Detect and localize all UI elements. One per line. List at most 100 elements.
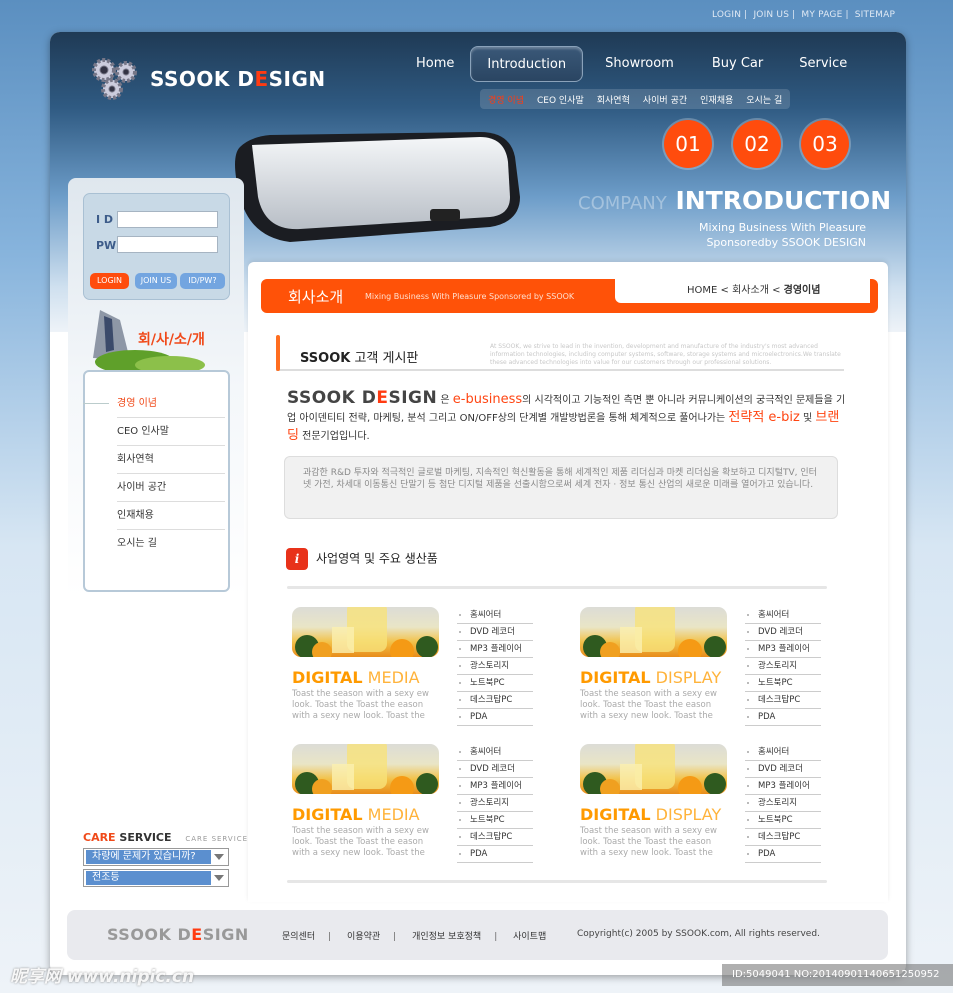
product-list-item[interactable]: 데스크탑PC bbox=[457, 829, 533, 846]
find-id-pw-button[interactable]: ID/PW? bbox=[180, 273, 225, 289]
product-list-item[interactable]: MP3 플레이어 bbox=[457, 778, 533, 795]
top-link-login[interactable]: LOGIN bbox=[712, 10, 741, 20]
product-card[interactable]: DIGITAL DISPLAY Toast the season with a … bbox=[580, 607, 821, 726]
product-list-item[interactable]: DVD 레코더 bbox=[745, 624, 821, 641]
board-description: At SSOOK, we strive to lead in the inven… bbox=[490, 343, 841, 366]
footer-logo-e: E bbox=[191, 925, 203, 944]
footer-link-contact[interactable]: 문의센터 bbox=[282, 932, 315, 942]
product-list: 홈씨어터 DVD 레코더 MP3 플레이어 광스토리지 노트북PC 데스크탑PC PDA bbox=[745, 744, 821, 863]
care-problem-select[interactable]: 차량에 문제가 있습니까? bbox=[83, 848, 229, 866]
side-item-history[interactable]: 회사연혁 bbox=[117, 446, 225, 474]
footer-logo-text: SIGN bbox=[202, 925, 249, 944]
product-list-item[interactable]: PDA bbox=[457, 709, 533, 726]
pw-input[interactable] bbox=[117, 236, 218, 253]
brand-text: SSOOK D bbox=[287, 388, 377, 408]
product-list-item[interactable]: 홈씨어터 bbox=[745, 607, 821, 624]
subnav-item[interactable]: 오시는 길 bbox=[746, 93, 782, 106]
product-list-item[interactable]: 데스크탑PC bbox=[745, 829, 821, 846]
product-card[interactable]: DIGITAL MEDIA Toast the season with a se… bbox=[292, 607, 533, 726]
top-link-sitemap[interactable]: SITEMAP bbox=[855, 10, 895, 20]
product-list-item[interactable]: 데스크탑PC bbox=[457, 692, 533, 709]
product-list-item[interactable]: 광스토리지 bbox=[457, 658, 533, 675]
id-input[interactable] bbox=[117, 211, 218, 228]
side-item-philosophy[interactable]: 경영 이념 bbox=[117, 390, 225, 418]
product-list-item[interactable]: 광스토리지 bbox=[745, 658, 821, 675]
subnav-item[interactable]: 사이버 공간 bbox=[643, 93, 687, 106]
breadcrumb-home[interactable]: HOME bbox=[687, 285, 717, 296]
product-list-item[interactable]: 광스토리지 bbox=[457, 795, 533, 812]
watermark-id: ID:5049041 NO:20140901140651250952 bbox=[722, 964, 953, 986]
product-card[interactable]: DIGITAL MEDIA Toast the season with a se… bbox=[292, 744, 533, 863]
intro-part: 은 bbox=[437, 395, 453, 406]
product-list-item[interactable]: MP3 플레이어 bbox=[745, 641, 821, 658]
product-list-item[interactable]: 홈씨어터 bbox=[745, 744, 821, 761]
product-list-item[interactable]: 노트북PC bbox=[457, 812, 533, 829]
nav-buy-car[interactable]: Buy Car bbox=[696, 46, 779, 82]
nav-home[interactable]: Home bbox=[400, 46, 470, 82]
footer: SSOOK DESIGN 문의센터 | 이용약관 | 개인정보 보호정책 | 사이트맵… bbox=[67, 910, 888, 960]
step-circle-03[interactable]: 03 bbox=[801, 120, 849, 168]
divider bbox=[287, 586, 827, 589]
product-list-item[interactable]: DVD 레코더 bbox=[457, 624, 533, 641]
product-list-item[interactable]: 데스크탑PC bbox=[745, 692, 821, 709]
side-title: 회/사/소/개 bbox=[138, 332, 205, 348]
product-list-item[interactable]: 광스토리지 bbox=[745, 795, 821, 812]
product-list-item[interactable]: 노트북PC bbox=[457, 675, 533, 692]
breadcrumb-item[interactable]: 회사소개 bbox=[732, 285, 769, 296]
product-title-bold: DIGITAL bbox=[292, 805, 363, 824]
product-list-item[interactable]: PDA bbox=[745, 846, 821, 863]
product-card[interactable]: DIGITAL DISPLAY Toast the season with a … bbox=[580, 744, 821, 863]
section-header-bar: 회사소개 Mixing Business With Pleasure Spons… bbox=[261, 279, 878, 313]
product-list-item[interactable]: DVD 레코더 bbox=[457, 761, 533, 778]
side-item-cyber[interactable]: 사이버 공간 bbox=[117, 474, 225, 502]
intro-brand: SSOOK DESIGN bbox=[287, 388, 437, 408]
nav-showroom[interactable]: Showroom bbox=[589, 46, 690, 82]
footer-link-sitemap[interactable]: 사이트맵 bbox=[513, 932, 546, 942]
divider bbox=[287, 880, 827, 883]
product-list-item[interactable]: PDA bbox=[457, 846, 533, 863]
select-value: 전조등 bbox=[86, 871, 211, 885]
business-title-text: 사업영역 및 주요 생산품 bbox=[316, 551, 438, 566]
side-menu: 경영 이념 CEO 인사말 회사연혁 사이버 공간 인재채용 오시는 길 bbox=[83, 370, 230, 592]
product-list-item[interactable]: PDA bbox=[745, 709, 821, 726]
side-item-recruit[interactable]: 인재채용 bbox=[117, 502, 225, 530]
nav-service[interactable]: Service bbox=[783, 46, 863, 82]
login-button[interactable]: LOGIN bbox=[90, 273, 129, 289]
side-item-location[interactable]: 오시는 길 bbox=[117, 530, 225, 558]
board-title-bold: SSOOK bbox=[300, 351, 351, 366]
footer-logo: SSOOK DESIGN bbox=[107, 925, 249, 944]
product-list-item[interactable]: MP3 플레이어 bbox=[457, 641, 533, 658]
footer-link-privacy[interactable]: 개인정보 보호정책 bbox=[412, 932, 481, 942]
top-link-mypage[interactable]: MY PAGE bbox=[801, 10, 842, 20]
product-list-item[interactable]: 홈씨어터 bbox=[457, 744, 533, 761]
product-description: Toast the season with a sexy ew look. To… bbox=[292, 826, 429, 858]
footer-logo-text: SSOOK D bbox=[107, 925, 192, 944]
product-list-item[interactable]: 홈씨어터 bbox=[457, 607, 533, 624]
product-list-item[interactable]: MP3 플레이어 bbox=[745, 778, 821, 795]
subnav-item[interactable]: 인재채용 bbox=[700, 93, 733, 106]
product-title: DIGITAL MEDIA bbox=[292, 805, 442, 824]
step-circle-01[interactable]: 01 bbox=[664, 120, 712, 168]
product-image bbox=[292, 744, 439, 794]
nav-introduction[interactable]: Introduction bbox=[470, 46, 584, 82]
product-list-item[interactable]: 노트북PC bbox=[745, 812, 821, 829]
subnav-item[interactable]: CEO 인사말 bbox=[537, 93, 584, 106]
main-panel: SSOOK DESIGN Home Introduction Showroom … bbox=[50, 32, 906, 975]
subnav-item[interactable]: 경영 이념 bbox=[488, 93, 524, 106]
brand-logo[interactable]: SSOOK DESIGN bbox=[150, 67, 326, 91]
subnav-item[interactable]: 회사연혁 bbox=[597, 93, 630, 106]
product-title-bold: DIGITAL bbox=[580, 805, 651, 824]
gears-logo-icon bbox=[92, 58, 137, 100]
side-item-ceo[interactable]: CEO 인사말 bbox=[117, 418, 225, 446]
product-list-item[interactable]: DVD 레코더 bbox=[745, 761, 821, 778]
join-button[interactable]: JOIN US bbox=[135, 273, 177, 289]
care-title: CARE SERVICE CARE SERVICE bbox=[83, 831, 248, 844]
care-part-select[interactable]: 전조등 bbox=[83, 869, 229, 887]
sub-nav: 경영 이념 CEO 인사말 회사연혁 사이버 공간 인재채용 오시는 길 bbox=[480, 89, 791, 109]
top-link-join[interactable]: JOIN US bbox=[753, 10, 789, 20]
footer-link-terms[interactable]: 이용약관 bbox=[347, 932, 380, 942]
product-list-item[interactable]: 노트북PC bbox=[745, 675, 821, 692]
product-description: Toast the season with a sexy ew look. To… bbox=[580, 826, 717, 858]
step-circle-02[interactable]: 02 bbox=[733, 120, 781, 168]
product-title-light: MEDIA bbox=[362, 805, 420, 824]
